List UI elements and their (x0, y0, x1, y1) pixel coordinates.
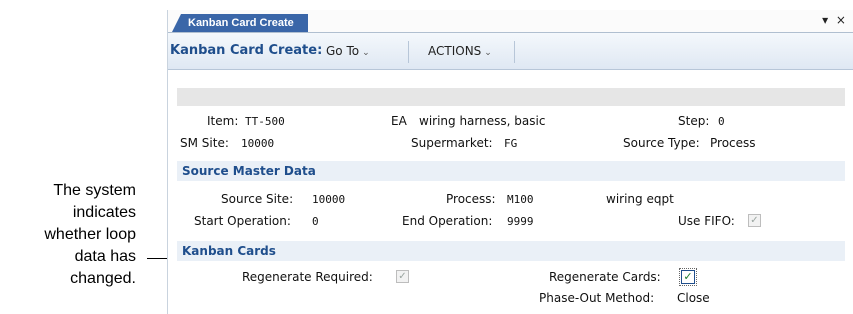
process-value: M100 (507, 193, 534, 206)
end-operation-label: End Operation: (402, 214, 493, 228)
actions-menu[interactable]: ACTIONS ⌄ (428, 44, 492, 58)
start-operation-value: 0 (312, 215, 319, 228)
callout-text: The system indicates whether loop data h… (0, 180, 136, 290)
item-description: wiring harness, basic (419, 114, 546, 128)
source-type-value: Process (710, 136, 756, 150)
regenerate-required-checkbox: ✓ (396, 270, 409, 283)
process-label: Process: (446, 192, 496, 206)
callout-line: data has (74, 248, 136, 265)
chevron-down-icon: ⌄ (362, 48, 370, 58)
tab-bar: Kanban Card Create ▾ × (168, 10, 853, 33)
page-title: Kanban Card Create: (170, 43, 323, 58)
step-value: 0 (718, 115, 725, 128)
use-fifo-label: Use FIFO: (678, 214, 735, 228)
kanban-cards-header: Kanban Cards (177, 241, 845, 261)
actions-label: ACTIONS (428, 44, 482, 58)
supermarket-label: Supermarket: (411, 136, 493, 150)
callout-line: The system (53, 182, 136, 199)
go-to-label: Go To (326, 44, 360, 58)
phase-out-method-label: Phase-Out Method: (539, 291, 655, 305)
callout-line: whether loop (44, 226, 136, 243)
go-to-menu[interactable]: Go To ⌄ (326, 44, 370, 58)
sm-site-label: SM Site: (180, 136, 229, 150)
regenerate-required-label: Regenerate Required: (242, 270, 373, 284)
source-site-label: Source Site: (221, 192, 294, 206)
item-value: TT-500 (245, 115, 285, 128)
header-band (177, 88, 845, 106)
kanban-card-create-window: Kanban Card Create ▾ × Kanban Card Creat… (167, 10, 853, 314)
regenerate-cards-checkbox[interactable]: ✓ (679, 268, 697, 286)
source-type-label: Source Type: (623, 136, 700, 150)
supermarket-value: FG (504, 137, 518, 150)
callout-line: changed. (70, 270, 136, 287)
toolbar-divider (514, 41, 515, 63)
phase-out-method-value: Close (677, 291, 710, 305)
regenerate-cards-label: Regenerate Cards: (549, 270, 661, 284)
toolbar-divider (408, 41, 409, 63)
item-label: Item: (207, 114, 239, 128)
process-description: wiring eqpt (606, 192, 674, 206)
source-master-data-header: Source Master Data (177, 161, 845, 181)
um-value: EA (391, 114, 407, 128)
tab-kanban-card-create[interactable]: Kanban Card Create (172, 14, 308, 32)
sm-site-value: 10000 (241, 137, 275, 150)
end-operation-value: 9999 (507, 215, 534, 228)
use-fifo-checkbox: ✓ (748, 214, 761, 227)
window-controls[interactable]: ▾ × (822, 13, 848, 27)
source-site-value: 10000 (312, 193, 346, 206)
start-operation-label: Start Operation: (194, 214, 291, 228)
chevron-down-icon: ⌄ (484, 48, 492, 58)
callout-line: indicates (72, 204, 136, 221)
toolbar: Kanban Card Create: Go To ⌄ ACTIONS ⌄ (168, 33, 853, 70)
step-label: Step: (678, 114, 710, 128)
